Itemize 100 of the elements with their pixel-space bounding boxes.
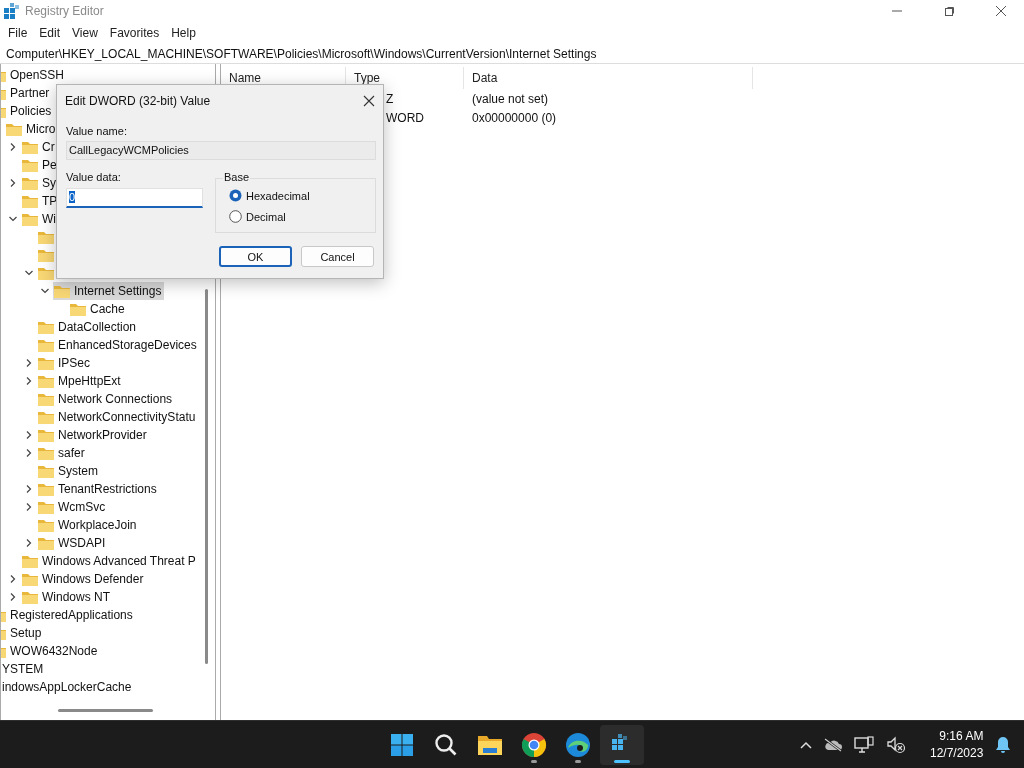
menu-item[interactable]: Edit [33, 26, 67, 40]
dialog-button[interactable]: Cancel [301, 246, 374, 267]
tree-item[interactable]: WorkplaceJoin [37, 516, 140, 534]
address-bar[interactable]: Computer\HKEY_LOCAL_MACHINE\SOFTWARE\Policies\Microsoft\Windows\CurrentVersion\Internet Settings [0, 44, 1024, 64]
group-label: Base [223, 171, 251, 183]
chevron-icon[interactable] [25, 359, 33, 367]
network-icon[interactable] [854, 736, 874, 754]
tree-item[interactable]: Network Connections [37, 390, 176, 408]
radio-button[interactable] [229, 189, 242, 202]
table-cell-text: 0x00000000 (0) [471, 110, 558, 125]
chevron-icon[interactable] [9, 215, 17, 223]
tree-item[interactable]: Wi [21, 210, 59, 228]
folder-icon [21, 211, 39, 227]
tree-item[interactable]: WSDAPI [37, 534, 109, 552]
tree-item[interactable]: DataCollection [37, 318, 140, 336]
folder-icon [69, 301, 87, 317]
time-text: 9:16 AM [939, 728, 984, 745]
tree-item[interactable]: Internet Settings [53, 282, 165, 300]
taskbar-button[interactable] [600, 725, 644, 765]
tree-item[interactable]: RegisteredApplications [1, 606, 136, 624]
folder-icon [37, 481, 55, 497]
chevron-icon[interactable] [25, 431, 33, 439]
browser-icon[interactable] [521, 732, 547, 758]
cloud-off-icon[interactable] [824, 738, 842, 752]
folder-icon [37, 445, 55, 461]
chevron-icon[interactable] [9, 575, 17, 583]
tree-item[interactable]: YSTEM [2, 660, 47, 678]
tree-item[interactable]: WOW6432Node [1, 642, 101, 660]
table-cell-text: WORD [386, 110, 425, 125]
scrollbar[interactable] [58, 709, 153, 712]
value-data-field[interactable]: 0 [66, 188, 203, 208]
chevron-icon[interactable] [9, 143, 17, 151]
folder-icon [37, 535, 55, 551]
table-cell-text: (value not set) [471, 91, 550, 106]
chevron-icon[interactable] [25, 503, 33, 511]
tree-item[interactable]: OpenSSH [1, 66, 68, 84]
radio-label[interactable]: Decimal [246, 210, 286, 223]
tree-item[interactable]: NetworkConnectivityStatu [37, 408, 199, 426]
tree-item[interactable]: Sy [21, 174, 59, 192]
chevron-icon[interactable] [9, 179, 17, 187]
folder-icon [21, 157, 39, 173]
tree-item[interactable]: NetworkProvider [37, 426, 150, 444]
folder-icon [37, 229, 55, 245]
search-icon[interactable] [434, 733, 458, 757]
chevron-icon[interactable] [25, 377, 33, 385]
tree-item[interactable]: Windows Advanced Threat P [21, 552, 199, 570]
tree-item[interactable]: Cr [21, 138, 58, 156]
folder-icon [21, 139, 39, 155]
tree-item[interactable]: Cache [69, 300, 128, 318]
tree-item[interactable]: Policies [1, 102, 55, 120]
tree-item[interactable]: WcmSvc [37, 498, 109, 516]
dialog-title: Edit DWORD (32-bit) Value [65, 94, 211, 108]
folder-icon [53, 283, 71, 299]
chevron-up-icon[interactable] [800, 741, 812, 749]
tree-item[interactable]: System [37, 462, 101, 480]
clock[interactable]: 9:16 AM 12/7/2023 [930, 728, 984, 762]
tree-item[interactable]: Pe [21, 156, 60, 174]
browser-icon[interactable] [565, 732, 591, 758]
close-icon[interactable] [995, 6, 1007, 16]
maximize-icon[interactable] [943, 6, 955, 16]
tree-item[interactable]: MpeHttpExt [37, 372, 124, 390]
column-header[interactable]: Data [464, 67, 753, 89]
value-name-field[interactable]: CallLegacyWCMPolicies [66, 141, 376, 160]
tree-item[interactable]: Windows Defender [21, 570, 147, 588]
volume-muted-icon[interactable] [886, 736, 906, 754]
tree-item[interactable]: Micro [5, 120, 59, 138]
app-icon [3, 3, 19, 19]
folder-icon [21, 589, 39, 605]
window-title: Registry Editor [25, 4, 104, 18]
scrollbar[interactable] [205, 289, 208, 664]
tree-item[interactable]: Windows NT [21, 588, 113, 606]
menu-item[interactable]: File [2, 26, 34, 40]
tree-item[interactable]: Partner [1, 84, 53, 102]
menu-item[interactable]: View [66, 26, 104, 40]
tree-item[interactable]: Setup [1, 624, 45, 642]
field-label: Value data: [66, 171, 121, 183]
radio-button[interactable] [229, 210, 242, 223]
radio-label[interactable]: Hexadecimal [246, 189, 310, 202]
chevron-icon[interactable] [25, 485, 33, 493]
menu-item[interactable]: Favorites [103, 26, 166, 40]
tree-item[interactable]: indowsAppLockerCache [2, 678, 135, 696]
folder-icon[interactable] [477, 733, 503, 757]
folder-icon [37, 463, 55, 479]
tree-item[interactable]: EnhancedStorageDevices [37, 336, 200, 354]
tree-item[interactable]: safer [37, 444, 88, 462]
chevron-icon[interactable] [25, 449, 33, 457]
start-icon[interactable] [390, 733, 414, 757]
folder-icon [37, 409, 55, 425]
notification-bell-icon[interactable] [995, 736, 1012, 754]
folder-icon [37, 391, 55, 407]
tree-item[interactable]: IPSec [37, 354, 93, 372]
folder-icon [37, 373, 55, 389]
tree-item[interactable]: TenantRestrictions [37, 480, 160, 498]
chevron-icon[interactable] [25, 269, 33, 277]
chevron-icon[interactable] [41, 287, 49, 295]
dialog-button[interactable]: OK [219, 246, 292, 267]
close-icon[interactable] [363, 95, 375, 107]
menu-item[interactable]: Help [165, 26, 202, 40]
chevron-icon[interactable] [9, 593, 17, 601]
chevron-icon[interactable] [25, 539, 33, 547]
